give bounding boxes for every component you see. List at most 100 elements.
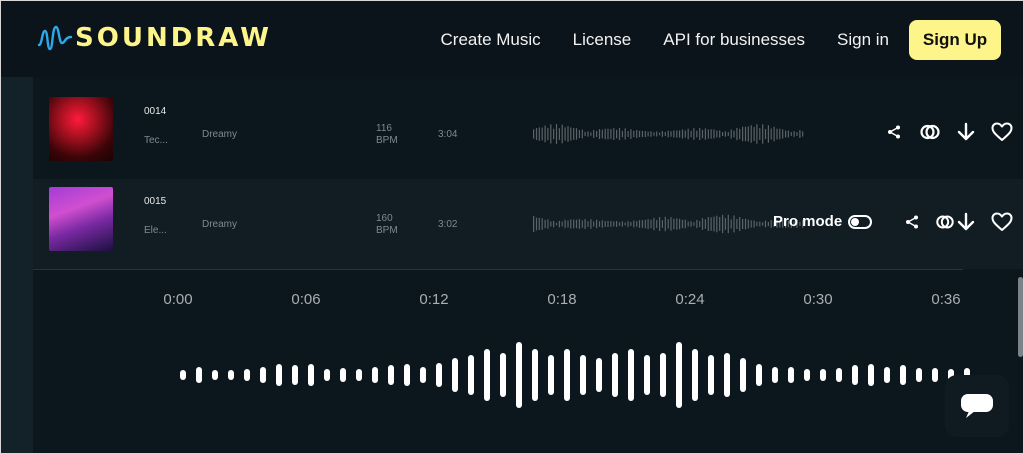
waveform-bar	[590, 132, 592, 136]
waveform-bar	[558, 220, 560, 228]
similar-tracks-button[interactable]	[935, 211, 955, 233]
waveform-bar	[570, 219, 572, 229]
sign-up-button[interactable]: Sign Up	[909, 20, 1001, 60]
waveform-bar	[593, 130, 595, 138]
waveform-bar	[644, 219, 646, 229]
waveform-bar	[707, 129, 709, 139]
track-actions	[887, 211, 1013, 233]
waveform-bar	[793, 131, 795, 137]
waveform-bar	[759, 128, 761, 140]
similar-tracks-button[interactable]	[919, 121, 941, 143]
waveform-bar	[593, 221, 595, 227]
chat-button[interactable]	[945, 375, 1009, 437]
share-button[interactable]	[901, 211, 923, 233]
nav-api-for-businesses[interactable]: API for businesses	[663, 20, 805, 60]
waveform-bar	[636, 130, 638, 138]
waveform-bar	[701, 218, 704, 230]
waveform-bar	[604, 221, 606, 227]
main-waveform[interactable]	[33, 330, 973, 420]
waveform-bar	[659, 132, 661, 136]
waveform-bar	[744, 126, 747, 142]
waveform-bar	[516, 342, 522, 408]
waveform-bar	[596, 219, 598, 229]
waveform-bar	[547, 219, 549, 229]
waveform-bar	[660, 353, 666, 397]
favorite-button[interactable]	[991, 211, 1013, 233]
main-nav: Create Music License API for businesses …	[441, 20, 1001, 60]
waveform-bar	[804, 369, 810, 381]
waveform-bar	[747, 219, 749, 229]
waveform-bar	[533, 216, 535, 233]
track-waveform[interactable]	[533, 201, 805, 247]
waveform-bar	[630, 129, 632, 139]
waveform-bar	[679, 130, 681, 138]
download-button[interactable]	[955, 211, 977, 233]
waveform-bar	[573, 219, 575, 229]
download-button[interactable]	[955, 121, 977, 143]
track-cover-image[interactable]	[49, 97, 113, 161]
waveform-bar	[564, 349, 570, 401]
waveform-bar	[538, 217, 540, 231]
waveform-bar	[799, 130, 801, 138]
waveform-bar	[770, 128, 772, 140]
favorite-button[interactable]	[991, 121, 1013, 143]
waveform-bar	[690, 130, 692, 138]
waveform-bar	[636, 221, 638, 227]
waveform-bar	[756, 124, 758, 144]
nav-sign-in[interactable]: Sign in	[837, 20, 889, 60]
timeline-label: 0:06	[291, 291, 321, 308]
app-window: SOUNDRAW Create Music License API for bu…	[0, 0, 1024, 454]
pro-mode-toggle[interactable]: Pro mode	[773, 213, 873, 230]
waveform-bar	[707, 217, 709, 231]
waveform-bar	[759, 221, 761, 227]
waveform-bar	[693, 222, 695, 226]
waveform-bar	[696, 219, 698, 228]
waveform-bar	[561, 124, 563, 144]
waveform-bar	[541, 218, 543, 230]
waveform-bar	[733, 215, 735, 233]
soundraw-logo[interactable]: SOUNDRAW	[37, 23, 272, 53]
waveform-bar	[656, 131, 658, 137]
waveform-bar	[356, 369, 362, 381]
waveform-bar	[730, 219, 732, 229]
track-bpm: 116 BPM	[376, 123, 398, 147]
share-button[interactable]	[883, 121, 905, 143]
waveform-bar	[621, 130, 623, 138]
track-row[interactable]: 0015 Ele... Dreamy 160 BPM 3:02 Pro mode	[33, 179, 1023, 269]
waveform-bar	[739, 217, 741, 231]
waveform-bar	[710, 217, 712, 231]
waveform-bar	[664, 132, 666, 136]
waveform-bar	[196, 367, 202, 383]
waveform-bar	[724, 353, 730, 397]
waveform-bar	[653, 132, 655, 136]
waveform-bar	[681, 219, 684, 229]
waveform-bar	[776, 128, 778, 140]
share-icon	[888, 125, 900, 139]
scrollbar-thumb[interactable]	[1018, 277, 1023, 357]
waveform-bar	[684, 219, 686, 229]
track-waveform[interactable]	[533, 111, 805, 157]
waveform-bar	[699, 128, 701, 140]
waveform-bar	[533, 129, 535, 139]
waveform-bar	[616, 129, 618, 139]
track-genre: Tec...	[144, 135, 168, 146]
waveform-bar	[661, 131, 663, 137]
waveform-bar	[578, 130, 580, 138]
waveform-bar	[610, 221, 612, 227]
waveform-bar	[584, 219, 586, 229]
track-row[interactable]: 0014 Tec... Dreamy 116 BPM 3:04	[33, 89, 1023, 179]
toggle-switch-icon	[848, 214, 873, 229]
nav-license[interactable]: License	[573, 20, 632, 60]
track-cover-image[interactable]	[49, 187, 113, 251]
nav-create-music[interactable]: Create Music	[441, 20, 541, 60]
waveform-bar	[212, 370, 218, 380]
track-bpm-unit: BPM	[376, 225, 398, 236]
waveform-bar	[500, 353, 506, 397]
waveform-bar	[340, 368, 346, 382]
waveform-bar	[308, 364, 314, 386]
waveform-bar	[661, 220, 663, 228]
waveform-bar	[324, 369, 330, 381]
waveform-bar	[587, 221, 589, 227]
waveform-bar	[581, 129, 583, 139]
waveform-bar	[550, 221, 552, 227]
